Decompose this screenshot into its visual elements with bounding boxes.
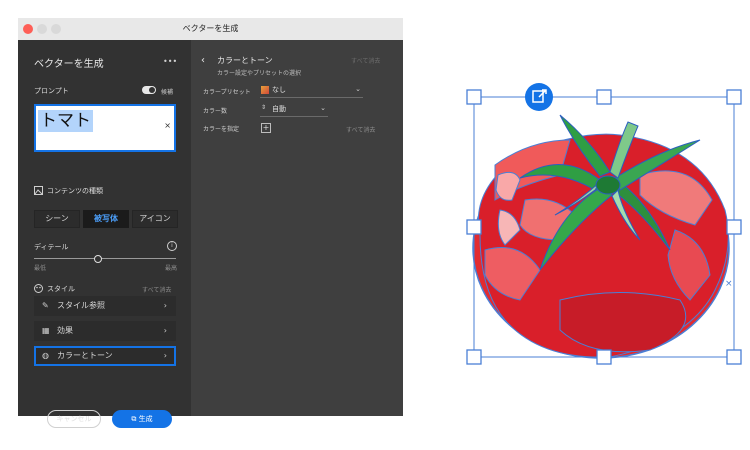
resize-handle: [466, 349, 482, 365]
close-x-icon: ×: [725, 279, 733, 289]
resize-handle: [726, 219, 742, 235]
resize-handle: [726, 349, 742, 365]
resize-handle: [466, 219, 482, 235]
resize-handle: [466, 89, 482, 105]
resize-handle: [726, 89, 742, 105]
artboard-canvas: ×: [466, 83, 742, 365]
tomato-illustration[interactable]: [472, 114, 730, 359]
regenerate-badge-button[interactable]: [525, 83, 553, 111]
resize-handle: [596, 89, 612, 105]
resize-handle: [596, 349, 612, 365]
